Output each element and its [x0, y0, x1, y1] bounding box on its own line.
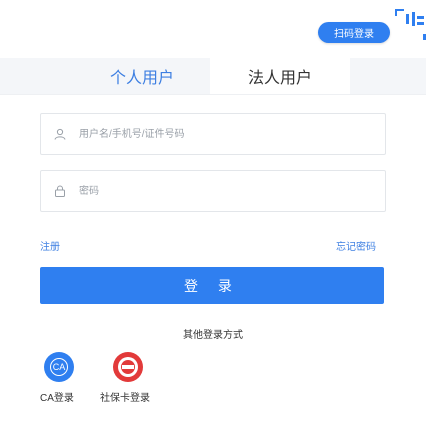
tab-personal-user[interactable]: 个人用户 [74, 58, 210, 94]
social-security-card-login-label[interactable]: 社保卡登录 [100, 389, 150, 404]
tab-legal-person-user[interactable]: 法人用户 [210, 58, 350, 94]
ca-login-label[interactable]: CA登录 [40, 389, 74, 404]
qr-code-corner-icon[interactable] [394, 6, 426, 40]
user-icon [53, 127, 67, 141]
forgot-password-link[interactable]: 忘记密码 [336, 238, 376, 253]
ca-icon[interactable]: CA [44, 352, 74, 382]
user-type-tabs: 个人用户 法人用户 [0, 58, 426, 94]
username-field[interactable] [40, 113, 386, 155]
password-field[interactable] [40, 170, 386, 212]
lock-icon [53, 184, 67, 198]
ca-icon-text: CA [50, 358, 68, 376]
register-link[interactable]: 注册 [40, 238, 60, 253]
other-login-methods-title: 其他登录方式 [183, 330, 243, 341]
password-input[interactable] [77, 184, 361, 198]
social-security-card-icon[interactable] [113, 352, 143, 382]
tab-divider [0, 94, 426, 95]
scan-login-button[interactable]: 扫码登录 [318, 22, 390, 43]
username-input[interactable] [77, 127, 361, 141]
login-button[interactable]: 登 录 [40, 267, 384, 304]
